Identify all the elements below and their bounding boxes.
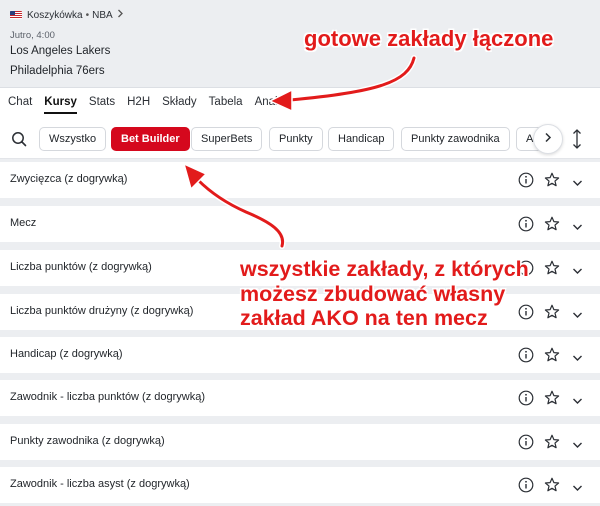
sort-arrows-icon[interactable]	[570, 128, 584, 150]
tab-sklady[interactable]: Składy	[162, 88, 197, 118]
star-icon[interactable]	[544, 477, 560, 493]
filter-bet-builder[interactable]: Bet Builder	[111, 127, 190, 151]
chevron-down-icon[interactable]	[572, 350, 583, 361]
tab-stats[interactable]: Stats	[89, 88, 115, 118]
us-flag-icon	[10, 11, 22, 19]
market-name: Zawodnik - liczba asyst (z dogrywką)	[10, 478, 190, 490]
chevron-down-icon[interactable]	[572, 263, 583, 274]
market-row[interactable]: Zawodnik - liczba punktów (z dogrywką)	[0, 380, 600, 416]
filter-punkty-zawodnika[interactable]: Punkty zawodnika	[401, 127, 510, 151]
chevron-down-icon[interactable]	[572, 175, 583, 186]
info-icon[interactable]	[518, 390, 534, 406]
market-row[interactable]: Punkty zawodnika (z dogrywką)	[0, 424, 600, 460]
market-name: Liczba punktów drużyny (z dogrywką)	[10, 305, 194, 317]
annotation-line: możesz zbudować własny	[240, 281, 506, 306]
filter-superbets[interactable]: SuperBets	[191, 127, 263, 151]
tab-analizy[interactable]: Analizy	[255, 88, 292, 118]
market-name: Handicap (z dogrywką)	[10, 348, 123, 360]
search-icon[interactable]	[11, 131, 27, 147]
market-name: Zawodnik - liczba punktów (z dogrywką)	[10, 391, 206, 403]
chevron-down-icon[interactable]	[572, 307, 583, 318]
chevron-right-icon	[544, 130, 552, 148]
chevron-down-icon[interactable]	[572, 393, 583, 404]
star-icon[interactable]	[544, 172, 560, 188]
market-row[interactable]: Zawodnik - liczba asyst (z dogrywką)	[0, 467, 600, 503]
market-row[interactable]: Mecz	[0, 206, 600, 242]
star-icon[interactable]	[544, 434, 560, 450]
info-icon[interactable]	[518, 434, 534, 450]
filter-punkty[interactable]: Punkty	[269, 127, 323, 151]
chevron-down-icon[interactable]	[572, 219, 583, 230]
info-icon[interactable]	[518, 347, 534, 363]
away-team: Philadelphia 76ers	[10, 65, 105, 77]
star-icon[interactable]	[544, 304, 560, 320]
annotation-all-bets: wszystkie zakłady, z których możesz zbud…	[240, 257, 529, 331]
annotation-line: zakład AKO na ten mecz	[240, 306, 488, 330]
match-tabs: Chat Kursy Stats H2H Składy Tabela Anali…	[0, 88, 600, 118]
market-name: Mecz	[10, 217, 37, 229]
annotation-ready-bets: gotowe zakłady łączone	[304, 26, 554, 51]
filter-handicap[interactable]: Handicap	[328, 127, 395, 151]
tab-chat[interactable]: Chat	[8, 88, 32, 118]
filter-wszystko[interactable]: Wszystko	[39, 127, 107, 151]
market-row[interactable]: Zwycięzca (z dogrywką)	[0, 162, 600, 198]
market-name: Liczba punktów (z dogrywką)	[10, 261, 152, 273]
star-icon[interactable]	[544, 347, 560, 363]
chevron-right-icon	[117, 9, 124, 21]
market-name: Zwycięzca (z dogrywką)	[10, 173, 128, 185]
tab-kursy[interactable]: Kursy	[44, 88, 77, 118]
breadcrumb[interactable]: Koszykówka • NBA	[10, 9, 124, 21]
chevron-down-icon[interactable]	[572, 480, 583, 491]
home-team: Los Angeles Lakers	[10, 45, 111, 57]
breadcrumb-league: NBA	[92, 9, 113, 21]
tab-h2h[interactable]: H2H	[127, 88, 150, 118]
info-icon[interactable]	[518, 216, 534, 232]
annotation-line: wszystkie zakłady, z których	[240, 257, 529, 281]
chevron-down-icon[interactable]	[572, 437, 583, 448]
breadcrumb-sport: Koszykówka	[27, 9, 83, 21]
star-icon[interactable]	[544, 260, 560, 276]
scroll-right-button[interactable]	[533, 124, 563, 154]
market-filter-bar: Wszystko Bet Builder SuperBets Punkty Ha…	[0, 118, 600, 159]
market-row[interactable]: Handicap (z dogrywką)	[0, 337, 600, 373]
market-name: Punkty zawodnika (z dogrywką)	[10, 435, 165, 447]
info-icon[interactable]	[518, 477, 534, 493]
star-icon[interactable]	[544, 216, 560, 232]
match-date: Jutro, 4:00	[10, 30, 55, 41]
breadcrumb-separator: •	[85, 9, 90, 21]
tab-tabela[interactable]: Tabela	[209, 88, 243, 118]
star-icon[interactable]	[544, 390, 560, 406]
info-icon[interactable]	[518, 172, 534, 188]
